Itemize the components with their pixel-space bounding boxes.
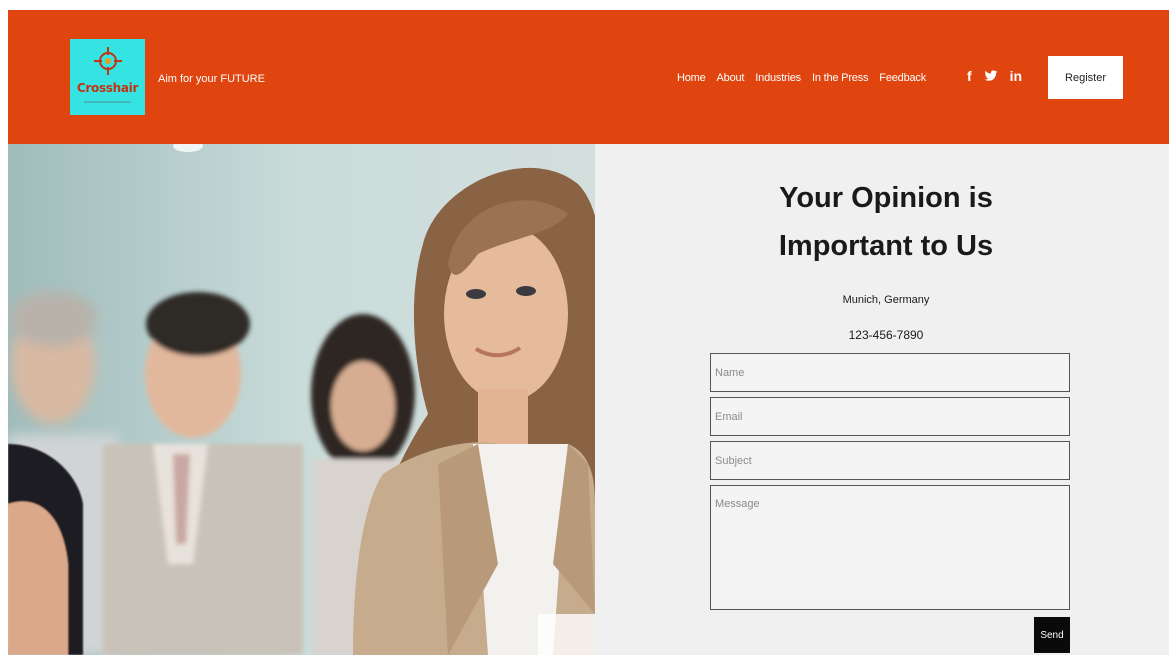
social-links: f in	[967, 68, 1022, 84]
logo-text: Crosshair	[76, 81, 139, 95]
linkedin-icon[interactable]: in	[1010, 68, 1022, 84]
nav-item-industries[interactable]: Industries	[755, 72, 801, 84]
crosshair-logo[interactable]: Crosshair	[70, 39, 145, 115]
hero-photo	[8, 144, 595, 655]
message-field[interactable]	[710, 485, 1070, 610]
crosshair-icon	[94, 47, 122, 75]
nav-item-in-the-press[interactable]: In the Press	[812, 72, 868, 84]
contact-title: Your Opinion is Important to Us	[595, 174, 1169, 270]
logo-underline	[84, 101, 131, 103]
contact-title-line2: Important to Us	[778, 230, 994, 262]
contact-panel: Your Opinion is Important to Us Munich, …	[595, 144, 1169, 655]
nav-item-feedback[interactable]: Feedback	[879, 72, 926, 84]
nav-item-home[interactable]: Home	[677, 72, 706, 84]
contact-title-line1: Your Opinion is	[779, 182, 993, 214]
twitter-icon[interactable]	[984, 69, 998, 83]
contact-phone: 123-456-7890	[848, 328, 924, 342]
email-field[interactable]	[710, 397, 1070, 436]
page: Crosshair Aim for your FUTURE Home About…	[0, 0, 1169, 655]
facebook-icon[interactable]: f	[967, 68, 972, 84]
site-tagline: Aim for your FUTURE	[158, 73, 265, 85]
name-field[interactable]	[710, 353, 1070, 392]
site-header: Crosshair Aim for your FUTURE Home About…	[8, 10, 1169, 144]
subject-field[interactable]	[710, 441, 1070, 480]
nav-item-about[interactable]: About	[717, 72, 745, 84]
main-nav: Home About Industries In the Press Feedb…	[677, 72, 937, 84]
hero-photo-illustration	[8, 144, 595, 655]
register-button[interactable]: Register	[1048, 56, 1123, 99]
contact-address: Munich, Germany	[842, 294, 930, 306]
send-button[interactable]: Send	[1034, 617, 1070, 653]
